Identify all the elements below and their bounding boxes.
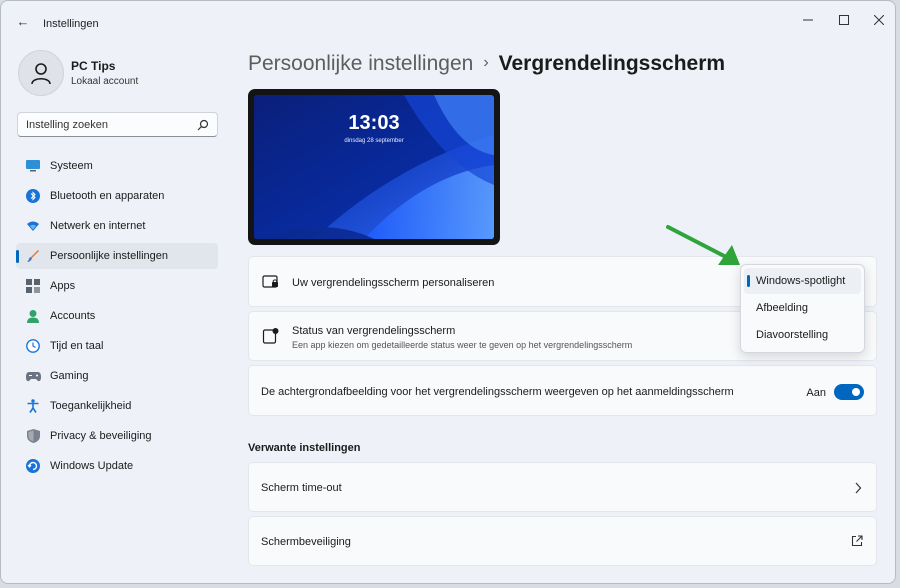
sidebar-item-label: Privacy & beveiliging <box>50 430 152 442</box>
sidebar-item-label: Toegankelijkheid <box>50 400 132 412</box>
avatar <box>18 50 64 96</box>
maximize-icon <box>839 15 849 25</box>
close-icon <box>874 15 884 25</box>
page-title: Vergrendelingsscherm <box>498 52 726 75</box>
user-profile[interactable]: PC Tips Lokaal account <box>18 50 218 98</box>
lockscreen-type-dropdown[interactable]: Windows-spotlight Afbeelding Diavoorstel… <box>740 264 865 353</box>
profile-name: PC Tips <box>71 59 116 73</box>
title-bar: ← Instellingen <box>1 1 895 41</box>
screen-timeout-label: Scherm time-out <box>261 482 342 494</box>
lockscreen-status-description: Een app kiezen om gedetailleerde status … <box>292 340 633 350</box>
wifi-icon <box>25 218 41 234</box>
preview-clock: 13:03 <box>348 112 400 134</box>
sidebar-item-gaming[interactable]: Gaming <box>16 363 218 389</box>
update-icon <box>25 458 41 474</box>
bluetooth-icon <box>25 188 41 204</box>
sidebar-item-label: Bluetooth en apparaten <box>50 190 165 202</box>
sidebar-item-label: Systeem <box>50 160 93 172</box>
sidebar-item-label: Apps <box>50 280 76 292</box>
breadcrumb-separator: › <box>483 54 489 71</box>
sidebar-item-bluetooth[interactable]: Bluetooth en apparaten <box>16 183 218 209</box>
sidebar-item-label: Tijd en taal <box>50 340 104 352</box>
sidebar-item-persoonlijke-instellingen[interactable]: Persoonlijke instellingen <box>16 243 218 269</box>
lockscreen-preview: 13:03 dinsdag 28 september <box>248 89 500 245</box>
search-icon[interactable] <box>197 119 209 131</box>
sidebar-item-systeem[interactable]: Systeem <box>16 153 218 179</box>
background-on-signin-card: De achtergrondafbeelding voor het vergre… <box>248 365 877 416</box>
shield-icon <box>25 428 41 444</box>
app-title: Instellingen <box>43 18 99 30</box>
main-content: Persoonlijke instellingen › Vergrendelings… <box>231 41 895 583</box>
screensaver-label: Schermbeveiliging <box>261 536 351 548</box>
sidebar-item-label: Netwerk en internet <box>50 220 146 232</box>
account-icon <box>25 308 41 324</box>
dropdown-option-afbeelding[interactable]: Afbeelding <box>744 295 861 321</box>
apps-icon <box>25 278 41 294</box>
monitor-icon <box>25 158 41 174</box>
dropdown-option-windows-spotlight[interactable]: Windows-spotlight <box>744 268 861 294</box>
profile-account-type: Lokaal account <box>71 76 139 87</box>
sidebar-item-label: Accounts <box>50 310 96 322</box>
search-box[interactable] <box>17 112 218 137</box>
maximize-button[interactable] <box>834 11 854 29</box>
sidebar-item-toegankelijkheid[interactable]: Toegankelijkheid <box>16 393 218 419</box>
related-settings-heading: Verwante instellingen <box>248 442 361 454</box>
search-input[interactable] <box>26 117 196 133</box>
sidebar-item-label: Gaming <box>50 370 89 382</box>
sidebar-nav: Systeem Bluetooth en apparaten Netwerk e… <box>16 153 218 483</box>
sidebar-item-privacy[interactable]: Privacy & beveiliging <box>16 423 218 449</box>
background-on-signin-title: De achtergrondafbeelding voor het vergre… <box>261 386 734 398</box>
sidebar-item-label: Persoonlijke instellingen <box>50 250 169 262</box>
sidebar-item-netwerk[interactable]: Netwerk en internet <box>16 213 218 239</box>
accessibility-icon <box>25 398 41 414</box>
gamepad-icon <box>25 368 41 384</box>
back-arrow-icon: ← <box>16 14 30 29</box>
minimize-icon <box>803 19 813 21</box>
minimize-button[interactable] <box>798 11 818 29</box>
annotation-arrow-icon <box>666 225 740 265</box>
personalize-lockscreen-title: Uw vergrendelingsscherm personaliseren <box>292 277 495 289</box>
sidebar-item-label: Windows Update <box>50 460 134 472</box>
back-button[interactable]: ← <box>15 14 31 30</box>
background-on-signin-toggle[interactable] <box>834 384 864 400</box>
globe-clock-icon <box>25 338 41 354</box>
sidebar-item-tijd-en-taal[interactable]: Tijd en taal <box>16 333 218 359</box>
dropdown-option-diavoorstelling[interactable]: Diavoorstelling <box>744 322 861 348</box>
close-button[interactable] <box>869 11 889 29</box>
screen-timeout-link[interactable]: Scherm time-out <box>248 462 877 512</box>
sidebar: PC Tips Lokaal account Systeem Bluetoo <box>1 41 231 583</box>
lockscreen-preview-screen: 13:03 dinsdag 28 september <box>254 95 494 239</box>
sidebar-item-apps[interactable]: Apps <box>16 273 218 299</box>
screensaver-link[interactable]: Schermbeveiliging <box>248 516 877 566</box>
external-link-icon <box>851 535 863 547</box>
brush-icon <box>25 248 41 264</box>
sidebar-item-windows-update[interactable]: Windows Update <box>16 453 218 479</box>
user-icon <box>31 63 51 85</box>
lockscreen-status-title: Status van vergrendelingsscherm <box>292 325 456 337</box>
breadcrumb: Persoonlijke instellingen › Vergrendelings… <box>248 52 725 76</box>
toggle-state-label: Aan <box>806 387 826 399</box>
lockscreen-icon <box>262 275 278 288</box>
chevron-right-icon <box>855 482 862 494</box>
status-app-icon <box>262 328 279 344</box>
settings-window: ← Instellingen PC Tips Lokaal account In… <box>0 0 896 584</box>
breadcrumb-parent[interactable]: Persoonlijke instellingen <box>248 52 473 75</box>
sidebar-item-accounts[interactable]: Accounts <box>16 303 218 329</box>
preview-date: dinsdag 28 september <box>344 138 404 144</box>
